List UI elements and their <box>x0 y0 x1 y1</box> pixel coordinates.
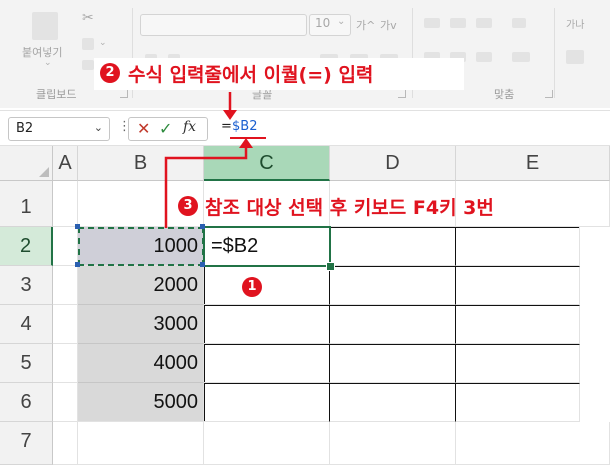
column-header-a[interactable]: A <box>53 146 78 181</box>
cell-a7[interactable] <box>53 422 78 465</box>
cut-icon[interactable]: ✂ <box>82 10 94 26</box>
alignment-launcher-icon[interactable] <box>545 90 553 98</box>
step2-text: 수식 입력줄에서 이퀄(=) 입력 <box>128 64 374 86</box>
row-header-spacer <box>0 181 53 188</box>
cell-a6[interactable] <box>53 383 78 422</box>
indent-icon[interactable] <box>512 52 530 62</box>
formula-bar: B2 ⌄ ⋮ ✕ ✓ fx = $B2 <box>0 110 610 146</box>
row-header-1[interactable]: 1 <box>0 188 53 227</box>
top-align-icon[interactable] <box>424 18 440 28</box>
insert-function-icon[interactable]: fx <box>183 119 196 135</box>
clipboard-group-label: 클립보드 <box>36 88 77 101</box>
cell-d4[interactable] <box>330 305 456 344</box>
cell-a3[interactable] <box>53 266 78 305</box>
alignment-group-label: 맞춤 <box>494 88 515 101</box>
enter-check-icon[interactable]: ✓ <box>159 119 172 138</box>
format-painter-icon[interactable] <box>82 60 94 70</box>
cell-e4[interactable] <box>456 305 580 344</box>
name-box-dropdown-icon[interactable]: ⌄ <box>94 121 103 134</box>
decrease-font-icon[interactable]: 가v <box>380 17 397 33</box>
cell-c2-formula: =$B2 <box>211 235 259 257</box>
merge-center-icon[interactable] <box>566 50 584 64</box>
cell-a5[interactable] <box>53 344 78 383</box>
cell-a1[interactable] <box>53 181 78 227</box>
step2-arrow <box>223 92 237 120</box>
name-box[interactable]: B2 ⌄ <box>8 117 110 141</box>
step3-badge: 3 <box>178 196 198 216</box>
cell-e2[interactable] <box>456 227 580 266</box>
cell-b7[interactable] <box>78 422 204 465</box>
cell-c5[interactable] <box>204 344 330 383</box>
cell-b4[interactable]: 3000 <box>78 305 204 344</box>
marquee-handle <box>75 224 80 229</box>
ribbon-separator <box>554 8 555 98</box>
cell-c4[interactable] <box>204 305 330 344</box>
font-launcher-icon[interactable] <box>398 90 406 98</box>
copy-icon[interactable] <box>82 38 94 50</box>
name-box-value: B2 <box>16 121 34 136</box>
font-name-box[interactable] <box>140 14 307 36</box>
row-header-4[interactable]: 4 <box>0 305 53 344</box>
cell-a2[interactable] <box>53 227 78 266</box>
row-header-3[interactable]: 3 <box>0 266 53 305</box>
cell-d2[interactable] <box>330 227 456 266</box>
step3-text: 참조 대상 선택 후 키보드 F4키 3번 <box>205 197 494 219</box>
step2-badge: 2 <box>100 63 120 83</box>
marquee-handle <box>200 262 205 267</box>
marquee-handle <box>75 262 80 267</box>
cell-c7[interactable] <box>204 422 330 465</box>
cell-e5[interactable] <box>456 344 580 383</box>
cell-d3[interactable] <box>330 266 456 305</box>
right-align-icon[interactable] <box>476 52 492 62</box>
copy-selection-marquee <box>78 227 204 266</box>
cell-c6[interactable] <box>204 383 330 422</box>
bottom-align-icon[interactable] <box>476 18 492 28</box>
cell-c3[interactable] <box>204 266 330 305</box>
ribbon: 붙여넣기 ⌄ ✂ ⌄ 클립보드 10 ⌄ 가^ 가v 글꼴 맞춤 가나 <box>0 0 610 108</box>
select-all-corner[interactable] <box>0 146 53 181</box>
cell-e6[interactable] <box>456 383 580 422</box>
orientation-icon[interactable] <box>512 18 526 28</box>
middle-align-icon[interactable] <box>450 18 466 28</box>
step1-badge: 1 <box>242 277 262 297</box>
increase-font-icon[interactable]: 가^ <box>356 17 375 33</box>
fill-handle[interactable] <box>326 262 335 271</box>
column-header-d[interactable]: D <box>330 146 456 181</box>
clipboard-launcher-icon[interactable] <box>120 90 128 98</box>
cell-e3[interactable] <box>456 266 580 305</box>
paste-icon[interactable] <box>32 12 58 40</box>
font-size-dropdown-icon[interactable]: ⌄ <box>337 16 345 27</box>
column-header-e[interactable]: E <box>456 146 610 181</box>
cell-b5[interactable]: 4000 <box>78 344 204 383</box>
formula-input[interactable]: = $B2 <box>212 117 610 139</box>
font-size-value: 10 <box>315 16 331 30</box>
cell-e7[interactable] <box>456 422 610 465</box>
paste-label[interactable]: 붙여넣기 <box>22 44 62 60</box>
copy-dropdown-icon[interactable]: ⌄ <box>99 38 107 48</box>
active-cell-c2[interactable]: =$B2 <box>203 226 331 267</box>
row-header-6[interactable]: 6 <box>0 383 53 422</box>
cancel-icon[interactable]: ✕ <box>137 119 150 138</box>
cell-a4[interactable] <box>53 305 78 344</box>
row-header-2[interactable]: 2 <box>0 227 53 266</box>
cell-d7[interactable] <box>330 422 456 465</box>
row-header-5[interactable]: 5 <box>0 344 53 383</box>
cell-b6[interactable]: 5000 <box>78 383 204 422</box>
wrap-text-label[interactable]: 가나 <box>566 16 584 31</box>
paste-dropdown-icon[interactable]: ⌄ <box>44 58 52 68</box>
cell-d6[interactable] <box>330 383 456 422</box>
row-header-7[interactable]: 7 <box>0 422 53 465</box>
cell-d5[interactable] <box>330 344 456 383</box>
cell-b3[interactable]: 2000 <box>78 266 204 305</box>
